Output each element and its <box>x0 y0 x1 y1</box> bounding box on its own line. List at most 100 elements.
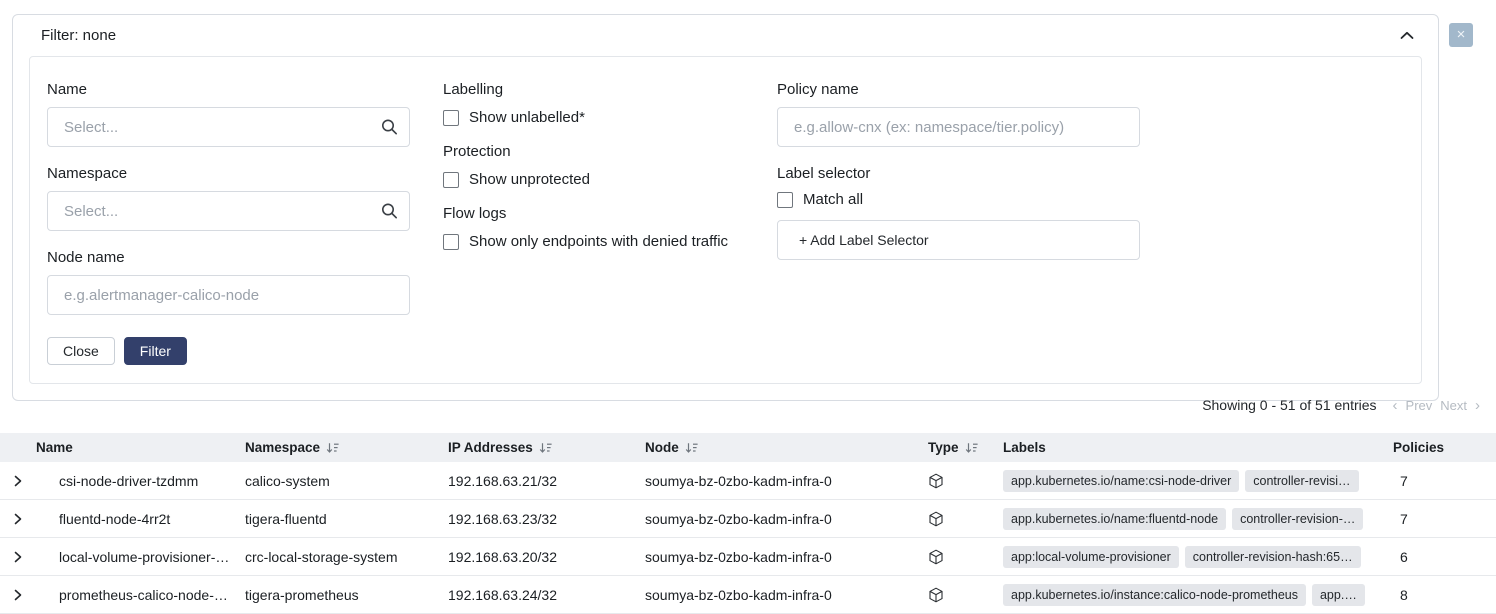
table-row: prometheus-calico-node-… tigera-promethe… <box>0 576 1496 614</box>
endpoint-namespace: tigera-prometheus <box>245 587 448 603</box>
column-header-ip-addresses[interactable]: IP Addresses <box>448 440 645 455</box>
match-all-label: Match all <box>803 191 863 208</box>
denied-traffic-checkbox[interactable] <box>443 234 459 250</box>
label-pill: app.kubernetes.io/name:csi-node-driver <box>1003 470 1239 492</box>
label-selector-label: Label selector <box>777 165 1405 182</box>
flow-logs-heading: Flow logs <box>443 205 777 222</box>
pagination-bar: Showing 0 - 51 of 51 entries ‹ Prev Next… <box>1202 397 1480 413</box>
filter-panel: Filter: none Name <box>12 14 1439 401</box>
search-icon <box>381 119 398 136</box>
endpoint-name[interactable]: local-volume-provisioner-… <box>36 549 245 565</box>
label-pill: app.kubernetes.io/name:fluentd-node <box>1003 508 1226 530</box>
expand-row-button[interactable] <box>0 551 36 563</box>
filter-column-left: Name Namespace <box>47 81 443 315</box>
chevron-right-icon <box>14 513 22 525</box>
dismiss-panel-button[interactable]: × <box>1449 23 1473 47</box>
chevron-right-icon <box>14 551 22 563</box>
filter-panel-header: Filter: none <box>13 15 1438 52</box>
table-row: fluentd-node-4rr2t tigera-fluentd 192.16… <box>0 500 1496 538</box>
namespace-select-input[interactable] <box>47 191 410 231</box>
column-header-namespace[interactable]: Namespace <box>245 440 448 455</box>
label-pill: app.kubernetes.io/instance:calico-node-p… <box>1003 584 1306 606</box>
endpoint-namespace: crc-local-storage-system <box>245 549 448 565</box>
show-unprotected-checkbox[interactable] <box>443 172 459 188</box>
endpoint-namespace: calico-system <box>245 473 448 489</box>
endpoint-ip: 192.168.63.24/32 <box>448 587 645 603</box>
policy-name-field-label: Policy name <box>777 81 1405 98</box>
show-unlabelled-row: Show unlabelled* <box>443 109 777 126</box>
sort-icon <box>685 442 698 454</box>
endpoint-name[interactable]: csi-node-driver-tzdmm <box>36 473 245 489</box>
policies-count: 6 <box>1393 549 1496 565</box>
name-select-input[interactable] <box>47 107 410 147</box>
sort-icon <box>539 442 552 454</box>
filter-column-middle: Labelling Show unlabelled* Protection Sh… <box>443 81 777 315</box>
node-name-input[interactable] <box>47 275 410 315</box>
column-header-type[interactable]: Type <box>928 440 1003 455</box>
denied-traffic-row: Show only endpoints with denied traffic <box>443 233 777 250</box>
pod-icon <box>928 511 1003 527</box>
endpoint-node: soumya-bz-0zbo-kadm-infra-0 <box>645 511 928 527</box>
endpoint-name[interactable]: fluentd-node-4rr2t <box>36 511 245 527</box>
pod-icon <box>928 587 1003 603</box>
table-row: local-volume-provisioner-… crc-local-sto… <box>0 538 1496 576</box>
name-field-label: Name <box>47 81 443 98</box>
protection-heading: Protection <box>443 143 777 160</box>
endpoint-node: soumya-bz-0zbo-kadm-infra-0 <box>645 587 928 603</box>
expand-row-button[interactable] <box>0 513 36 525</box>
label-pill: controller-revision-… <box>1232 508 1363 530</box>
endpoint-ip: 192.168.63.20/32 <box>448 549 645 565</box>
filter-button[interactable]: Filter <box>124 337 187 365</box>
filter-column-right: Policy name Label selector Match all + A… <box>777 81 1405 315</box>
show-unprotected-label: Show unprotected <box>469 171 590 188</box>
column-header-name: Name <box>36 440 245 455</box>
expand-row-button[interactable] <box>0 475 36 487</box>
prev-chevron-icon: ‹ <box>1393 398 1398 413</box>
show-unlabelled-checkbox[interactable] <box>443 110 459 126</box>
sort-icon <box>326 442 339 454</box>
denied-traffic-label: Show only endpoints with denied traffic <box>469 233 728 250</box>
next-chevron-icon: › <box>1475 398 1480 413</box>
endpoint-ip: 192.168.63.21/32 <box>448 473 645 489</box>
endpoint-name[interactable]: prometheus-calico-node-… <box>36 587 245 603</box>
next-page-button[interactable]: Next <box>1440 398 1467 413</box>
policies-count: 8 <box>1393 587 1496 603</box>
close-icon: × <box>1457 26 1466 43</box>
chevron-right-icon <box>14 475 22 487</box>
labels-cell: app.kubernetes.io/name:fluentd-node cont… <box>1003 508 1393 530</box>
column-header-node[interactable]: Node <box>645 440 928 455</box>
endpoint-node: soumya-bz-0zbo-kadm-infra-0 <box>645 473 928 489</box>
show-unprotected-row: Show unprotected <box>443 171 777 188</box>
chevron-up-icon <box>1400 31 1414 40</box>
endpoints-table: Name Namespace IP Addresses Node Type La… <box>0 433 1496 614</box>
prev-page-button[interactable]: Prev <box>1406 398 1433 413</box>
column-header-policies: Policies <box>1393 440 1496 455</box>
policy-name-input[interactable] <box>777 107 1140 147</box>
close-button[interactable]: Close <box>47 337 115 365</box>
label-pill: controller-revision-hash:65… <box>1185 546 1361 568</box>
label-pill: controller-revisi… <box>1245 470 1358 492</box>
pod-icon <box>928 473 1003 489</box>
namespace-field-label: Namespace <box>47 165 443 182</box>
show-unlabelled-label: Show unlabelled* <box>469 109 585 126</box>
expand-row-button[interactable] <box>0 589 36 601</box>
labels-cell: app.kubernetes.io/name:csi-node-driver c… <box>1003 470 1393 492</box>
label-pill: app:local-volume-provisioner <box>1003 546 1179 568</box>
chevron-right-icon <box>14 589 22 601</box>
match-all-checkbox[interactable] <box>777 192 793 208</box>
labels-cell: app:local-volume-provisioner controller-… <box>1003 546 1393 568</box>
table-row: csi-node-driver-tzdmm calico-system 192.… <box>0 462 1496 500</box>
endpoint-namespace: tigera-fluentd <box>245 511 448 527</box>
collapse-filter-button[interactable] <box>1398 29 1416 42</box>
pod-icon <box>928 549 1003 565</box>
table-header-row: Name Namespace IP Addresses Node Type La… <box>0 433 1496 462</box>
endpoint-ip: 192.168.63.23/32 <box>448 511 645 527</box>
endpoint-node: soumya-bz-0zbo-kadm-infra-0 <box>645 549 928 565</box>
add-label-selector-button[interactable]: + Add Label Selector <box>777 220 1140 260</box>
sort-icon <box>965 442 978 454</box>
label-pill: app.… <box>1312 584 1365 606</box>
filter-panel-title: Filter: none <box>41 27 116 44</box>
search-icon <box>381 203 398 220</box>
policies-count: 7 <box>1393 473 1496 489</box>
showing-entries-text: Showing 0 - 51 of 51 entries <box>1202 397 1376 413</box>
